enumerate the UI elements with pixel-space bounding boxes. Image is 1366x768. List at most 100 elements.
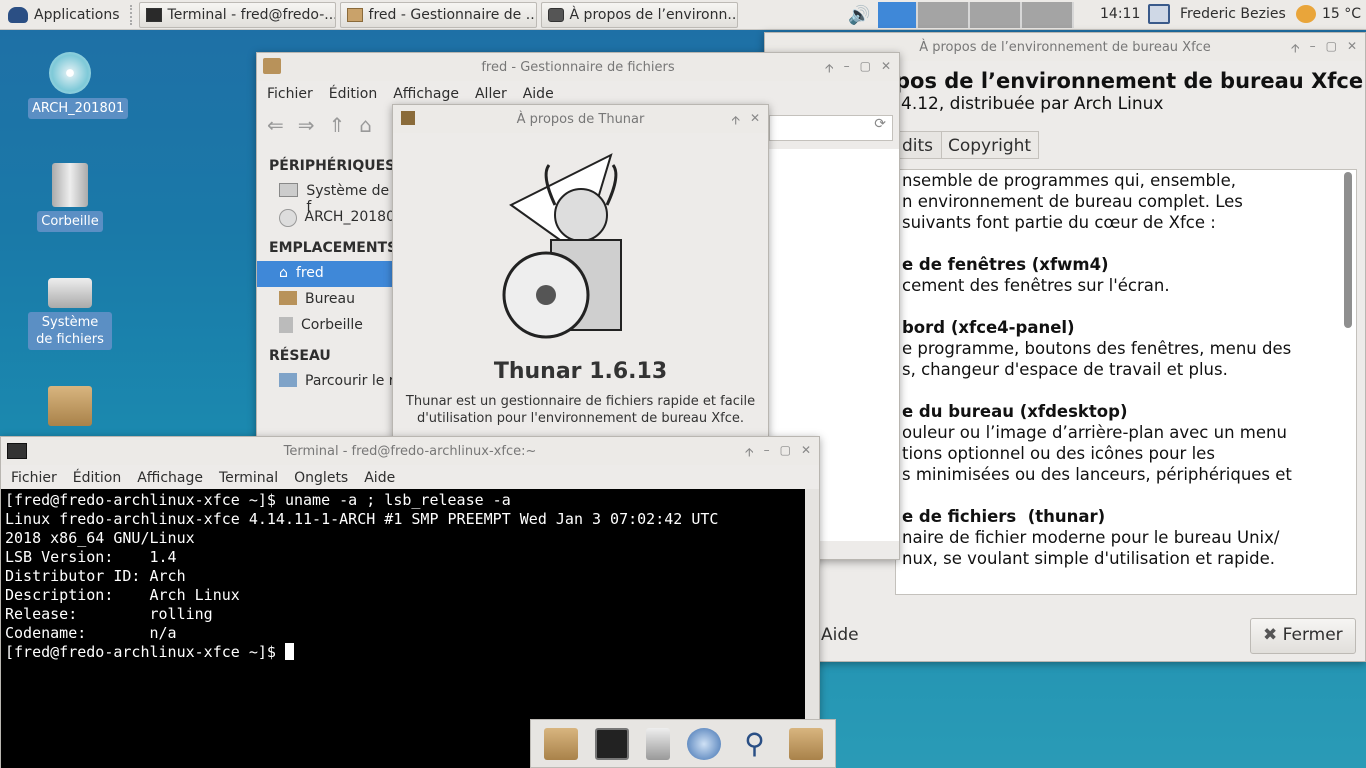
home-folder-icon [48,386,92,426]
about-paragraph: e de fichiers (thunar) naire de fichier m… [902,506,1350,569]
terminal-line: 2018 x86_64 GNU/Linux [5,529,195,547]
about-xfce-text: nsemble de programmes qui, ensemble, n e… [902,170,1350,569]
window-title: À propos de Thunar [516,111,645,127]
close-icon[interactable]: ✕ [881,59,891,80]
side-item-label: Parcourir le r [305,373,395,389]
terminal-icon[interactable] [594,727,629,760]
maximize-icon[interactable]: ▢ [860,59,871,80]
volume-icon[interactable]: 🔊 [848,5,870,26]
desktop-icon-home[interactable] [28,386,112,426]
xfce-mouse-icon [547,7,564,22]
terminal-icon [145,7,162,22]
minimize-icon[interactable]: – [764,443,770,464]
thunar-viking-logo [502,153,622,339]
home-icon: ⌂ [279,265,288,281]
terminal-line: Description: Arch Linux [5,586,240,604]
close-icon[interactable]: ✕ [1347,39,1357,60]
optical-disc-icon [49,52,91,94]
minimize-icon[interactable]: – [844,59,850,80]
stick-icon[interactable]: 🡩 [825,59,834,80]
about-paragraph: bord (xfce4-panel) e programme, boutons d… [902,317,1350,380]
desktop-icon-filesystem[interactable]: Système de fichiers [28,278,112,350]
taskbar-file-manager[interactable]: fred - Gestionnaire de ... [339,1,537,28]
location-bar[interactable]: ⟳ [769,115,893,141]
clock[interactable]: 14:11 [1100,6,1140,22]
menu-file[interactable]: Fichier [267,86,313,102]
terminal-line: LSB Version: 1.4 [5,548,177,566]
task-label: À propos de l’environn... [569,6,738,23]
taskbar-terminal[interactable]: Terminal - fred@fredo-... [138,1,336,28]
tab-label: Copyright [948,136,1032,156]
maximize-icon[interactable]: ▢ [1326,39,1337,60]
stick-icon[interactable]: 🡩 [745,443,754,464]
side-item-home[interactable]: ⌂ fred [257,261,395,287]
file-manager-titlebar[interactable]: fred - Gestionnaire de fichiers 🡩 – ▢ ✕ [257,53,899,81]
close-icon[interactable]: ✕ [801,443,811,464]
home-folder-icon[interactable] [543,727,578,760]
back-arrow-icon[interactable]: ⇐ [267,113,284,137]
workspace-switcher[interactable] [878,2,1075,28]
about-thunar-titlebar[interactable]: À propos de Thunar 🡩 ✕ [393,105,768,133]
up-arrow-icon[interactable]: ⇑ [329,113,346,137]
about-xfce-text-view[interactable]: nsemble de programmes qui, ensemble, n e… [895,169,1357,595]
file-cabinet-icon[interactable] [645,727,670,760]
tab-copyright[interactable]: Copyright [941,131,1039,159]
xfce-mouse-icon [8,6,28,23]
side-item-desktop[interactable]: Bureau [257,287,395,313]
applications-label: Applications [34,6,120,23]
user-name[interactable]: Frederic Bezies [1180,6,1286,22]
side-item-trash[interactable]: Corbeille [257,313,395,339]
folder-icon[interactable] [788,727,823,760]
menu-tabs[interactable]: Onglets [294,470,348,486]
menu-view[interactable]: Affichage [137,470,203,486]
side-item-network[interactable]: Parcourir le r [257,369,395,395]
weather-icon[interactable] [1296,5,1316,23]
component-description: e programme, boutons des fenêtres, menu … [902,339,1292,379]
side-item-filesystem[interactable]: Système de f [257,179,395,215]
workspace-4[interactable] [1022,2,1075,28]
side-item-label: Système de f [306,183,390,215]
task-label: fred - Gestionnaire de ... [368,6,537,23]
web-browser-icon[interactable] [686,727,721,760]
tab-label: dits [902,136,934,156]
search-icon[interactable]: ⚲ [738,727,772,760]
workspace-1[interactable] [878,2,919,28]
button-label: Aide [821,625,859,645]
menu-go[interactable]: Aller [475,86,507,102]
workspace-3[interactable] [970,2,1023,28]
side-item-disc[interactable]: ARCH_20180 [257,205,395,231]
component-heading: bord (xfce4-panel) [902,318,1075,337]
about-paragraph: nsemble de programmes qui, ensemble, n e… [902,170,1350,233]
stick-icon[interactable]: 🡩 [731,111,740,132]
terminal-titlebar[interactable]: Terminal - fred@fredo-archlinux-xfce:~ 🡩… [1,437,819,465]
terminal-menubar: Fichier Édition Affichage Terminal Ongle… [1,465,819,491]
section-header: RÉSEAU [269,348,331,364]
close-button[interactable]: ✖ Fermer [1250,618,1356,654]
weather-temperature[interactable]: 15 °C [1322,6,1361,22]
stick-icon[interactable]: 🡩 [1291,39,1300,60]
close-icon[interactable]: ✕ [750,111,760,132]
taskbar-about-xfce[interactable]: À propos de l’environn... [540,1,738,28]
menu-help[interactable]: Aide [523,86,554,102]
menu-edit[interactable]: Édition [329,86,377,102]
menu-help[interactable]: Aide [364,470,395,486]
workspace-2[interactable] [918,2,971,28]
reload-icon[interactable]: ⟳ [874,116,886,132]
forward-arrow-icon[interactable]: ⇒ [298,113,315,137]
maximize-icon[interactable]: ▢ [780,443,791,464]
terminal-line: [fred@fredo-archlinux-xfce ~]$ uname -a … [5,491,511,509]
home-icon[interactable]: ⌂ [359,113,372,137]
component-description: cement des fenêtres sur l'écran. [902,276,1170,295]
desktop-icon-arch-disc[interactable]: ARCH_201801 [28,52,129,119]
applications-menu[interactable]: Applications [0,0,128,30]
menu-edit[interactable]: Édition [73,470,121,486]
desktop-icon-trash[interactable]: Corbeille [28,163,112,232]
menu-view[interactable]: Affichage [393,86,459,102]
scrollbar-thumb[interactable] [1344,172,1352,328]
menu-file[interactable]: Fichier [11,470,57,486]
component-heading: e de fenêtres (xfwm4) [902,255,1109,274]
user-switch-icon[interactable] [1148,4,1170,24]
minimize-icon[interactable]: – [1310,39,1316,60]
help-button[interactable]: Aide [821,619,881,653]
menu-terminal[interactable]: Terminal [219,470,278,486]
